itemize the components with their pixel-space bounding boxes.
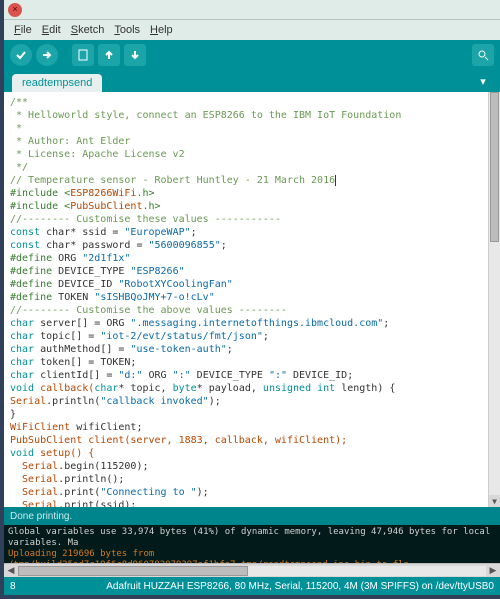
sketch-tab[interactable]: readtempsend [12, 74, 102, 92]
arduino-ide-window: × FFileile EditEdit SketchSketch ToolsTo… [4, 0, 500, 595]
status-bar: Done printing. [4, 507, 500, 525]
code-line: PubSubClient client(server, 1883, callba… [10, 434, 494, 447]
tab-bar: readtempsend ▾ [4, 70, 500, 92]
vertical-scrollbar[interactable]: ▼ [488, 92, 500, 507]
arrow-down-icon [129, 49, 141, 61]
upload-button[interactable] [36, 44, 58, 66]
scroll-right-icon[interactable]: ▶ [486, 565, 500, 576]
code-line: * Author: Ant Elder [10, 135, 494, 148]
code-line: #define DEVICE_TYPE "ESP8266" [10, 265, 494, 278]
magnifier-icon [477, 49, 489, 61]
scrollbar-track[interactable] [18, 566, 486, 576]
code-line: void callback(char* topic, byte* payload… [10, 382, 494, 395]
code-line: * License: Apache License v2 [10, 148, 494, 161]
code-line: #include <PubSubClient.h> [10, 200, 494, 213]
code-line: Serial.begin(115200); [10, 460, 494, 473]
code-line: char token[] = TOKEN; [10, 356, 494, 369]
code-line: WiFiClient wifiClient; [10, 421, 494, 434]
menu-help[interactable]: HelpHelp [146, 22, 177, 38]
save-button[interactable] [124, 44, 146, 66]
board-info: Adafruit HUZZAH ESP8266, 80 MHz, Serial,… [106, 581, 494, 592]
scroll-down-icon[interactable]: ▼ [489, 495, 500, 507]
menu-tools[interactable]: ToolsTools [110, 22, 144, 38]
code-line: #define TOKEN "sISHBQoJMY+7-o!cLv" [10, 291, 494, 304]
code-line: char topic[] = "iot-2/evt/status/fmt/jso… [10, 330, 494, 343]
code-line: //-------- Customise these values ------… [10, 213, 494, 226]
code-line: const char* password = "5600096855"; [10, 239, 494, 252]
toolbar [4, 40, 500, 70]
code-line: * Helloworld style, connect an ESP8266 t… [10, 109, 494, 122]
check-icon [15, 49, 27, 61]
code-line: /** [10, 96, 494, 109]
verify-button[interactable] [10, 44, 32, 66]
arrow-right-icon [41, 49, 53, 61]
scrollbar-thumb[interactable] [490, 92, 499, 242]
status-text: Done printing. [10, 511, 72, 522]
scroll-left-icon[interactable]: ◀ [4, 565, 18, 576]
close-icon[interactable]: × [8, 3, 22, 17]
code-line: #include <ESP8266WiFi.h> [10, 187, 494, 200]
menu-sketch[interactable]: SketchSketch [67, 22, 109, 38]
file-icon [77, 49, 89, 61]
tab-menu-button[interactable]: ▾ [474, 75, 492, 88]
new-button[interactable] [72, 44, 94, 66]
code-line: // Temperature sensor - Robert Huntley -… [10, 174, 494, 187]
menu-bar: FFileile EditEdit SketchSketch ToolsTool… [4, 20, 500, 40]
code-line: //-------- Customise the above values --… [10, 304, 494, 317]
code-line: const char* ssid = "EuropeWAP"; [10, 226, 494, 239]
code-line: Serial.print("Connecting to "); [10, 486, 494, 499]
serial-monitor-button[interactable] [472, 44, 494, 66]
code-line: Serial.println(); [10, 473, 494, 486]
menu-edit[interactable]: EditEdit [38, 22, 65, 38]
scrollbar-thumb[interactable] [18, 566, 248, 576]
output-console: Global variables use 33,974 bytes (41%) … [4, 525, 500, 563]
console-line: Uploading 219696 bytes from /tmp/build25… [8, 549, 496, 563]
code-line: char authMethod[] = "use-token-auth"; [10, 343, 494, 356]
arrow-up-icon [103, 49, 115, 61]
code-line: Serial.println("callback invoked"); [10, 395, 494, 408]
footer-bar: 8 Adafruit HUZZAH ESP8266, 80 MHz, Seria… [4, 577, 500, 595]
menu-file[interactable]: FFileile [10, 22, 36, 38]
code-editor[interactable]: /** * Helloworld style, connect an ESP82… [4, 92, 500, 507]
code-line: Serial.print(ssid); [10, 499, 494, 507]
code-line: #define DEVICE_ID "RobotXYCoolingFan" [10, 278, 494, 291]
window-titlebar: × [4, 0, 500, 20]
line-number: 8 [10, 581, 16, 592]
horizontal-scrollbar[interactable]: ◀ ▶ [4, 563, 500, 577]
code-line: * [10, 122, 494, 135]
code-line: void setup() { [10, 447, 494, 460]
code-line: char clientId[] = "d:" ORG ":" DEVICE_TY… [10, 369, 494, 382]
code-line: */ [10, 161, 494, 174]
code-line: #define ORG "2d1f1x" [10, 252, 494, 265]
console-line: Global variables use 33,974 bytes (41%) … [8, 527, 496, 549]
code-line: } [10, 408, 494, 421]
code-line: char server[] = ORG ".messaging.internet… [10, 317, 494, 330]
open-button[interactable] [98, 44, 120, 66]
